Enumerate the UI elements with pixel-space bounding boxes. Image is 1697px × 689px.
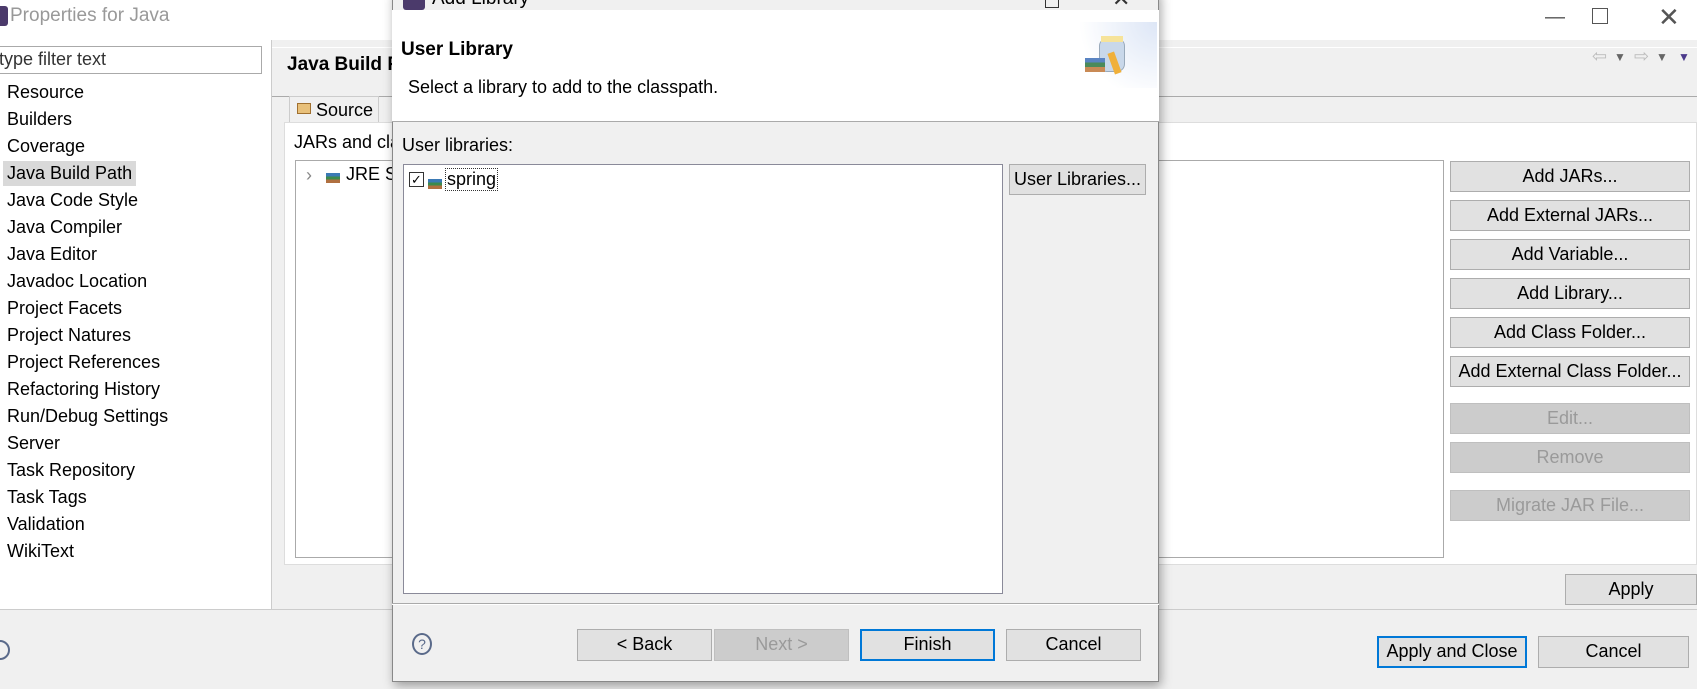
tree-item-validation[interactable]: Validation [6, 512, 86, 537]
tree-item-task-tags[interactable]: Task Tags [6, 485, 88, 510]
add-class-folder-button[interactable]: Add Class Folder... [1450, 317, 1690, 348]
user-libraries-list[interactable]: ✓ spring [403, 164, 1003, 594]
library-item-spring[interactable]: spring [445, 168, 499, 191]
tree-item-coverage[interactable]: Coverage [6, 134, 86, 159]
add-external-class-folder-button[interactable]: Add External Class Folder... [1450, 356, 1690, 387]
tree-item-java-build-path[interactable]: Java Build Path [3, 161, 137, 186]
dialog-heading: User Library [401, 39, 513, 60]
cancel-button[interactable]: Cancel [1538, 636, 1689, 668]
dialog-help-icon[interactable]: ? [412, 633, 432, 655]
edit-button[interactable]: Edit... [1450, 403, 1690, 434]
tree-item-javadoc-location[interactable]: Javadoc Location [6, 269, 148, 294]
back-button[interactable]: < Back [577, 629, 712, 661]
close-icon[interactable]: ✕ [1658, 2, 1680, 33]
tree-item-java-code-style[interactable]: Java Code Style [6, 188, 139, 213]
user-libraries-label: User libraries: [402, 135, 514, 155]
library-icon [428, 173, 442, 194]
folder-icon [297, 103, 311, 114]
tab-source[interactable]: Source [289, 96, 379, 123]
add-external-jars-button[interactable]: Add External JARs... [1450, 200, 1690, 231]
user-libraries-button[interactable]: User Libraries... [1009, 164, 1146, 195]
filter-input[interactable]: type filter text [0, 46, 262, 74]
forward-menu-icon[interactable]: ▼ [1656, 50, 1668, 64]
remove-button[interactable]: Remove [1450, 442, 1690, 473]
apply-and-close-button[interactable]: Apply and Close [1377, 636, 1527, 668]
tree-item-resource[interactable]: Resource [6, 80, 85, 105]
tree-item-refactoring-history[interactable]: Refactoring History [6, 377, 161, 402]
dialog-divider [392, 603, 1159, 605]
back-menu-icon[interactable]: ▼ [1614, 50, 1626, 64]
tree-item-wikitext[interactable]: WikiText [6, 539, 75, 564]
tree-item-java-compiler[interactable]: Java Compiler [6, 215, 123, 240]
app-icon [0, 6, 8, 26]
library-jar-banner-icon [1077, 22, 1157, 88]
tree-item-task-repository[interactable]: Task Repository [6, 458, 136, 483]
minimize-icon[interactable]: — [1545, 6, 1565, 29]
dialog-title: Add Library [432, 0, 529, 10]
maximize-icon[interactable] [1592, 8, 1608, 24]
dialog-subtitle: Select a library to add to the classpath… [408, 77, 719, 97]
spring-checkbox[interactable]: ✓ [409, 172, 424, 187]
dialog-app-icon [403, 0, 425, 10]
tree-item-run-debug-settings[interactable]: Run/Debug Settings [6, 404, 169, 429]
tree-item-java-editor[interactable]: Java Editor [6, 242, 98, 267]
tree-item-project-references[interactable]: Project References [6, 350, 161, 375]
help-icon[interactable] [0, 640, 10, 660]
apply-button[interactable]: Apply [1565, 574, 1697, 605]
dialog-cancel-button[interactable]: Cancel [1006, 629, 1141, 661]
tab-source-label: Source [316, 100, 374, 120]
dialog-close-icon[interactable]: ✕ [1112, 0, 1130, 12]
add-variable-button[interactable]: Add Variable... [1450, 239, 1690, 270]
forward-arrow-icon[interactable]: ⇨ [1634, 46, 1649, 67]
migrate-jar-button[interactable]: Migrate JAR File... [1450, 490, 1690, 521]
expand-chevron-icon[interactable]: › [306, 165, 312, 186]
tree-item-project-natures[interactable]: Project Natures [6, 323, 132, 348]
add-jars-button[interactable]: Add JARs... [1450, 161, 1690, 192]
finish-button[interactable]: Finish [860, 629, 995, 661]
dialog-maximize-icon[interactable] [1045, 0, 1059, 8]
add-library-button[interactable]: Add Library... [1450, 278, 1690, 309]
next-button[interactable]: Next > [714, 629, 849, 661]
tree-item-server[interactable]: Server [6, 431, 61, 456]
tree-item-project-facets[interactable]: Project Facets [6, 296, 123, 321]
view-menu-icon[interactable]: ▼ [1678, 50, 1690, 64]
dialog-header [392, 10, 1159, 122]
window-title: Properties for Java [10, 5, 170, 26]
tree-item-builders[interactable]: Builders [6, 107, 73, 132]
library-icon [326, 167, 340, 188]
back-arrow-icon[interactable]: ⇦ [1592, 46, 1607, 67]
